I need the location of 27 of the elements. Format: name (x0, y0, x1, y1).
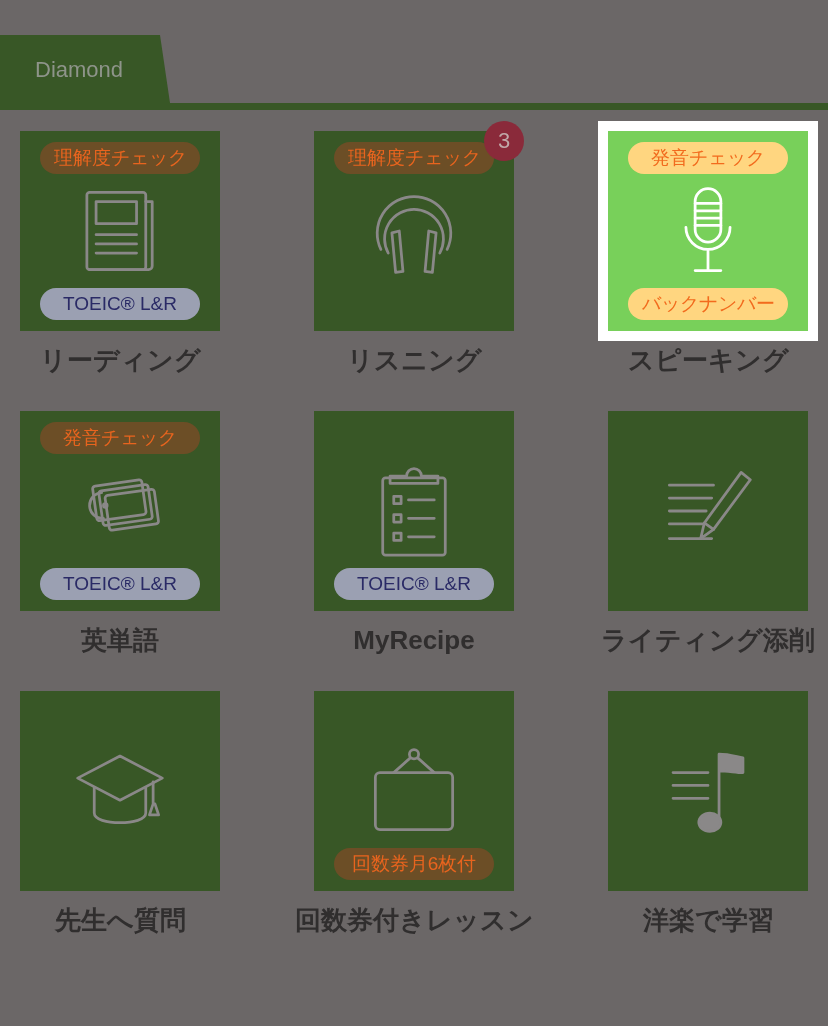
menu-tile[interactable]: 発音チェック TOEIC® L&R (20, 411, 220, 611)
menu-tile[interactable] (20, 691, 220, 891)
tile-label: リーディング (39, 344, 201, 377)
menu-tile[interactable]: 回数券月6枚付 (314, 691, 514, 891)
tile-label: ライティング添削 (601, 624, 815, 657)
tag: 理解度チェック (40, 142, 200, 174)
tile-label: 先生へ質問 (54, 904, 186, 937)
notification-badge: 3 (484, 121, 524, 161)
tile-label: 洋楽で学習 (642, 904, 774, 937)
menu-tile[interactable]: TOEIC® L&R (314, 411, 514, 611)
tile-label: MyRecipe (353, 624, 475, 657)
menu-tile[interactable]: 理解度チェック TOEIC® L&R (20, 131, 220, 331)
tag: TOEIC® L&R (40, 568, 200, 600)
menu-tile[interactable] (608, 691, 808, 891)
tab[interactable]: Diamond (0, 35, 170, 103)
tag: TOEIC® L&R (334, 568, 494, 600)
tag: 発音チェック (628, 142, 788, 174)
tile-label: 回数券付きレッスン (294, 904, 534, 937)
tile-label: リスニング (346, 344, 482, 377)
tag: TOEIC® L&R (40, 288, 200, 320)
tile-label: 英単語 (81, 624, 159, 657)
tile-label: スピーキング (627, 344, 789, 377)
tag: バックナンバー (628, 288, 788, 320)
tag: 発音チェック (40, 422, 200, 454)
tag: 理解度チェック (334, 142, 494, 174)
tag: 回数券月6枚付 (334, 848, 494, 880)
menu-tile[interactable] (608, 411, 808, 611)
